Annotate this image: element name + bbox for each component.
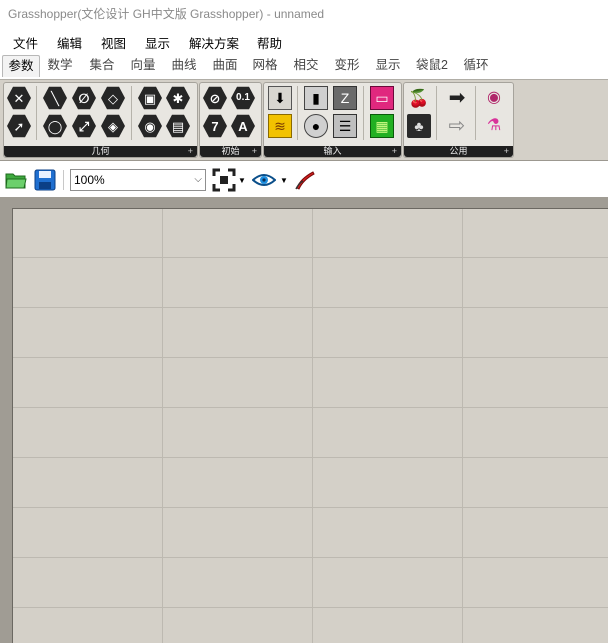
toggle-icon[interactable]: ▮ [304, 86, 328, 110]
button-icon[interactable]: ● [304, 114, 328, 138]
point-param-icon[interactable]: ✕ [7, 86, 31, 110]
mesh-param-icon[interactable]: ✱ [166, 86, 190, 110]
zoom-select[interactable]: 100% ⌵ [70, 169, 206, 191]
circle-param-icon[interactable]: ◯ [43, 114, 67, 138]
rectangle-param-icon[interactable]: ◈ [101, 114, 125, 138]
component-ribbon: ✕ ➚ ╲ ◯ ∅ ⤢ ◇ ◈ ▣ ◉ ✱ ▤ 几何 + ⊘ 0.1 7 A 初… [0, 79, 608, 161]
menu-display[interactable]: 显示 [145, 33, 170, 52]
tab-surface[interactable]: 曲面 [209, 55, 241, 76]
chevron-down-icon: ⌵ [194, 174, 202, 185]
zoom-extents-button[interactable] [211, 168, 237, 192]
forward-arrow-icon[interactable]: ⇨ [445, 114, 469, 138]
panel-footer-primitive[interactable]: 初始 + [200, 146, 261, 157]
save-icon [34, 169, 56, 191]
pixel-icon[interactable]: ▦ [370, 114, 394, 138]
box-param-icon[interactable]: ▣ [138, 86, 162, 110]
line-segment-param-icon[interactable]: ⤢ [72, 114, 96, 138]
menu-solution[interactable]: 解决方案 [189, 33, 239, 52]
pen-icon [295, 171, 315, 190]
canvas[interactable] [12, 208, 608, 643]
tab-sets[interactable]: 集合 [86, 55, 118, 76]
relay-arrow-icon[interactable]: ➡ [445, 86, 469, 110]
expand-icon[interactable]: + [252, 146, 257, 157]
expand-icon[interactable]: + [188, 146, 193, 157]
title-bar: Grasshopper(文伦设计 GH中文版 Grasshopper) - un… [0, 0, 608, 26]
preview-dropdown[interactable]: ▼ [280, 168, 288, 192]
tab-curve[interactable]: 曲线 [168, 55, 200, 76]
zoom-extents-dropdown[interactable]: ▼ [238, 168, 246, 192]
tab-loop[interactable]: 循环 [460, 55, 492, 76]
value-list-icon[interactable]: ☰ [333, 114, 357, 138]
menu-file[interactable]: 文件 [13, 33, 38, 52]
digit-scroller-icon[interactable]: Z [333, 86, 357, 110]
menu-edit[interactable]: 编辑 [57, 33, 82, 52]
plane-param-icon[interactable]: ◇ [101, 86, 125, 110]
canvas-toolbar: 100% ⌵ ▼ ▼ [0, 165, 608, 195]
text-param-icon[interactable]: A [231, 114, 255, 138]
tab-display[interactable]: 显示 [372, 55, 404, 76]
panel-util: 🍒 ♣ ➡ ⇨ ◉ ⚗ 公用 + [403, 82, 514, 158]
menu-view[interactable]: 视图 [101, 33, 126, 52]
folder-icon [5, 173, 27, 189]
tab-kangaroo2[interactable]: 袋鼠2 [413, 55, 451, 76]
brep-param-icon[interactable]: ◉ [138, 114, 162, 138]
panel-footer-geometry[interactable]: 几何 + [4, 146, 197, 157]
expand-icon[interactable]: + [392, 146, 397, 157]
cherry-icon[interactable]: 🍒 [407, 86, 431, 110]
vector-param-icon[interactable]: ➚ [7, 114, 31, 138]
expand-icon[interactable]: + [504, 146, 509, 157]
tab-mesh[interactable]: 网格 [249, 55, 281, 76]
eye-icon [252, 174, 276, 186]
component-tabs: 参数 数学 集合 向量 曲线 曲面 网格 相交 变形 显示 袋鼠2 循环 [0, 55, 608, 79]
tab-maths[interactable]: 数学 [44, 55, 76, 76]
flask-icon[interactable]: ⚗ [482, 114, 506, 138]
save-file-button[interactable] [33, 168, 57, 192]
canvas-frame [0, 197, 608, 643]
menu-help[interactable]: 帮助 [257, 33, 282, 52]
panel-geometry: ✕ ➚ ╲ ◯ ∅ ⤢ ◇ ◈ ▣ ◉ ✱ ▤ 几何 + [3, 82, 198, 158]
panel-input: ⬇ ≋ ▮ ● Z ☰ ▭ ▦ 输入 + [263, 82, 402, 158]
sketch-button[interactable] [292, 168, 318, 192]
slider-icon[interactable]: ▭ [370, 86, 394, 110]
boolean-param-icon[interactable]: ⊘ [203, 86, 227, 110]
panel-primitive: ⊘ 0.1 7 A 初始 + [199, 82, 262, 158]
integer-param-icon[interactable]: 7 [203, 114, 227, 138]
line-param-icon[interactable]: ╲ [43, 86, 67, 110]
preview-button[interactable] [251, 168, 277, 192]
tab-intersect[interactable]: 相交 [290, 55, 322, 76]
zoom-extents-icon [212, 168, 236, 192]
window-title: Grasshopper(文伦设计 GH中文版 Grasshopper) - un… [8, 7, 325, 21]
zoom-value: 100% [74, 173, 105, 187]
surface-param-icon[interactable]: ▤ [166, 114, 190, 138]
tab-transform[interactable]: 变形 [331, 55, 363, 76]
curve-param-icon[interactable]: ∅ [72, 86, 96, 110]
number-param-icon[interactable]: 0.1 [231, 86, 255, 110]
panel-footer-input[interactable]: 输入 + [264, 146, 401, 157]
menu-bar: 文件 编辑 视图 显示 解决方案 帮助 [0, 30, 608, 52]
tree-icon[interactable]: ♣ [407, 114, 431, 138]
tab-vector[interactable]: 向量 [127, 55, 159, 76]
eye-icon[interactable]: ◉ [482, 86, 506, 110]
tab-params[interactable]: 参数 [2, 55, 40, 77]
panel-download-icon[interactable]: ⬇ [268, 86, 292, 110]
open-file-button[interactable] [4, 168, 28, 192]
gradient-icon[interactable]: ≋ [268, 114, 292, 138]
panel-footer-util[interactable]: 公用 + [404, 146, 513, 157]
